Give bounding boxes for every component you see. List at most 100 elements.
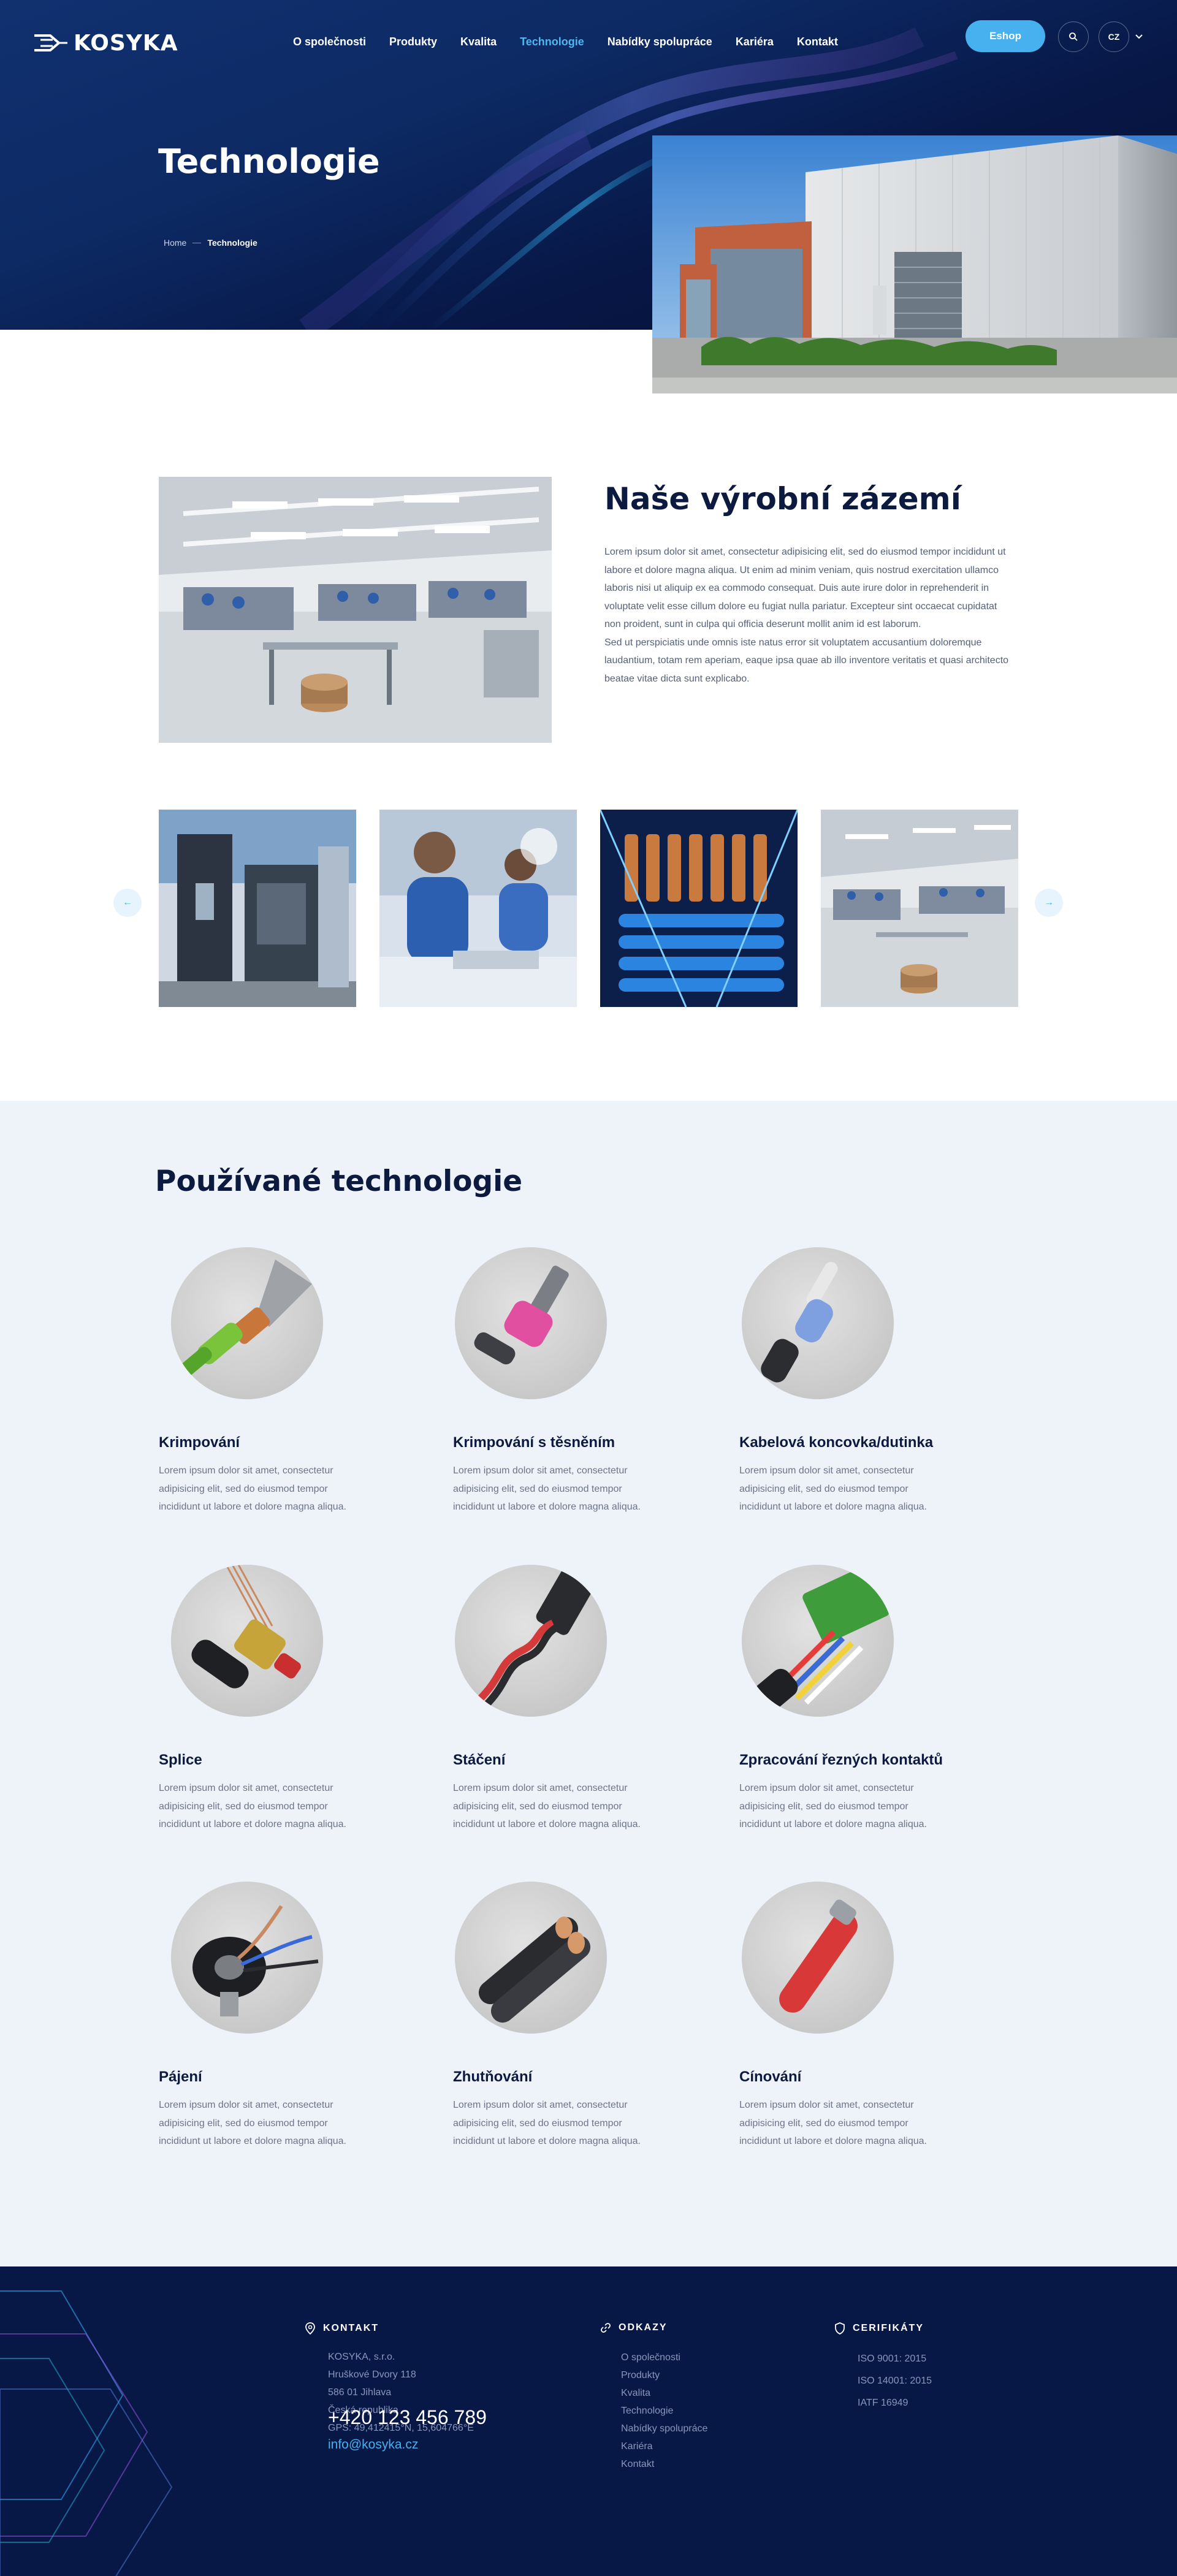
- breadcrumb: Home Technologie: [164, 238, 257, 248]
- twisting-image: [455, 1565, 607, 1717]
- footer-contact-heading: KONTAKT: [305, 2322, 379, 2335]
- gallery-image-factory[interactable]: [821, 810, 1018, 1007]
- footer-link-kvalita[interactable]: Kvalita: [621, 2384, 707, 2402]
- footer-cert-iatf: IATF 16949: [858, 2398, 908, 2408]
- soldering-illustration: [192, 1905, 319, 2016]
- production-paragraph-2: Sed ut perspiciatis unde omnis iste natu…: [604, 637, 1009, 684]
- building-illustration: [652, 135, 1177, 393]
- gallery-image-machine[interactable]: [159, 810, 356, 1007]
- splice-image: [171, 1565, 323, 1717]
- gallery-image-workers[interactable]: [379, 810, 577, 1007]
- crimping-illustration: [179, 1260, 312, 1377]
- factory-illustration: [159, 477, 552, 743]
- location-pin-icon: [305, 2322, 315, 2335]
- footer-city: 586 01 Jihlava: [328, 2387, 392, 2398]
- footer-link-kontakt[interactable]: Kontakt: [621, 2455, 707, 2473]
- footer-link-o-spolecnosti[interactable]: O společnosti: [621, 2349, 707, 2366]
- coils-illustration: [600, 810, 798, 1007]
- tech-desc-staceni: Lorem ipsum dolor sit amet, consectetur …: [453, 1783, 641, 1829]
- kosyka-logo[interactable]: KOSYKA: [32, 29, 178, 56]
- chevron-down-icon[interactable]: [1134, 32, 1144, 42]
- tech-desc-zpracovani-reznych-kontaktu: Lorem ipsum dolor sit amet, consectetur …: [739, 1783, 927, 1829]
- workers-illustration: [379, 810, 577, 1007]
- compacting-image: [455, 1882, 607, 2034]
- tech-desc-pajeni: Lorem ipsum dolor sit amet, consectetur …: [159, 2100, 346, 2146]
- logo-wordmark: KOSYKA: [74, 30, 178, 56]
- twisting-illustration: [476, 1568, 595, 1709]
- footer-phone[interactable]: +420 123 456 789: [328, 2406, 487, 2429]
- production-section-title: Naše výrobní zázemí: [604, 481, 961, 517]
- cut-contacts-image: [742, 1565, 894, 1717]
- tech-desc-zhutnovani: Lorem ipsum dolor sit amet, consectetur …: [453, 2100, 641, 2146]
- footer-link-technologie[interactable]: Technologie: [621, 2402, 707, 2420]
- building-photo: [652, 135, 1177, 393]
- main-nav: O společnosti Produkty Kvalita Technolog…: [293, 36, 838, 48]
- nav-item-nabidky-spoluprace[interactable]: Nabídky spolupráce: [608, 36, 712, 48]
- technologies-title: Používané technologie: [155, 1165, 523, 1198]
- footer-links-list: O společnosti Produkty Kvalita Technolog…: [621, 2349, 707, 2473]
- search-button[interactable]: [1058, 21, 1089, 52]
- tech-name-krimpovani: Krimpování: [159, 1434, 240, 1451]
- machine-illustration: [159, 810, 356, 1007]
- footer-certificates-heading: CERIFIKÁTY: [834, 2322, 924, 2335]
- compacting-illustration: [478, 1917, 591, 2023]
- page: KOSYKA O společnosti Produkty Kvalita Te…: [0, 0, 1177, 2576]
- link-icon: [601, 2323, 611, 2333]
- footer-email[interactable]: info@kosyka.cz: [328, 2437, 418, 2452]
- search-icon: [1069, 32, 1078, 41]
- arrow-right-icon: →: [1044, 897, 1054, 908]
- cable-ferrule-illustration: [761, 1261, 838, 1383]
- nav-item-kvalita[interactable]: Kvalita: [460, 36, 497, 48]
- footer-cert-iso-9001: ISO 9001: 2015: [858, 2354, 927, 2364]
- logo-mark-icon: [34, 34, 67, 51]
- tech-desc-splice: Lorem ipsum dolor sit amet, consectetur …: [159, 1783, 346, 1829]
- nav-item-produkty[interactable]: Produkty: [389, 36, 437, 48]
- splice-illustration: [191, 1565, 301, 1689]
- shield-icon: [835, 2322, 845, 2335]
- tech-name-splice: Splice: [159, 1752, 202, 1768]
- footer-link-kariera[interactable]: Kariéra: [621, 2437, 707, 2455]
- footer-cert-iso-14001: ISO 14001: 2015: [858, 2376, 932, 2386]
- tech-name-zpracovani-reznych-kontaktu: Zpracování řezných kontaktů: [739, 1752, 943, 1768]
- tinning-illustration: [779, 1899, 858, 2013]
- cable-ferrule-image: [742, 1247, 894, 1399]
- production-section-text: Lorem ipsum dolor sit amet, consectetur …: [604, 543, 1015, 688]
- nav-item-kariera[interactable]: Kariéra: [736, 36, 774, 48]
- tech-name-staceni: Stáčení: [453, 1752, 506, 1768]
- factory-hall-illustration: [821, 810, 1018, 1007]
- footer-link-nabidky-spoluprace[interactable]: Nabídky spolupráce: [621, 2420, 707, 2437]
- footer-certificates-title: CERIFIKÁTY: [853, 2323, 924, 2333]
- tech-desc-krimpovani: Lorem ipsum dolor sit amet, consectetur …: [159, 1465, 346, 1512]
- footer-link-produkty[interactable]: Produkty: [621, 2366, 707, 2384]
- tech-name-zhutnovani: Zhutňování: [453, 2069, 533, 2085]
- tech-desc-kabelova-koncovka: Lorem ipsum dolor sit amet, consectetur …: [739, 1465, 927, 1512]
- gallery-image-coils[interactable]: [600, 810, 798, 1007]
- language-switcher[interactable]: CZ: [1099, 21, 1129, 52]
- arrow-left-icon: ←: [123, 897, 132, 908]
- nav-item-kontakt[interactable]: Kontakt: [797, 36, 838, 48]
- footer-street: Hruškové Dvory 118: [328, 2369, 416, 2380]
- tech-name-kabelova-koncovka: Kabelová koncovka/dutinka: [739, 1434, 934, 1451]
- tech-desc-cinovani: Lorem ipsum dolor sit amet, consectetur …: [739, 2100, 927, 2146]
- footer-hexagon-decoration: [0, 2290, 173, 2576]
- crimping-seal-image: [455, 1247, 607, 1399]
- eshop-button[interactable]: Eshop: [966, 20, 1045, 52]
- footer-contact-title: KONTAKT: [323, 2323, 379, 2333]
- soldering-image: [171, 1882, 323, 2034]
- breadcrumb-current: Technologie: [207, 238, 257, 248]
- production-paragraph-1: Lorem ipsum dolor sit amet, consectetur …: [604, 547, 1006, 629]
- crimping-image: [171, 1247, 323, 1399]
- nav-item-technologie[interactable]: Technologie: [520, 36, 584, 48]
- crimping-seal-illustration: [474, 1266, 569, 1365]
- cut-contacts-illustration: [753, 1565, 889, 1712]
- breadcrumb-home[interactable]: Home: [164, 238, 186, 248]
- footer-company-name: KOSYKA, s.r.o.: [328, 2352, 395, 2362]
- gallery-next-button[interactable]: →: [1035, 889, 1063, 917]
- footer-links-title: ODKAZY: [619, 2322, 668, 2333]
- nav-item-o-spolecnosti[interactable]: O společnosti: [293, 36, 366, 48]
- factory-floor-photo: [159, 477, 552, 743]
- tech-desc-krimpovani-s-tesnenim: Lorem ipsum dolor sit amet, consectetur …: [453, 1465, 641, 1512]
- page-title: Technologie: [158, 142, 380, 181]
- gallery-prev-button[interactable]: ←: [113, 889, 142, 917]
- tech-name-krimpovani-s-tesnenim: Krimpování s těsněním: [453, 1434, 615, 1451]
